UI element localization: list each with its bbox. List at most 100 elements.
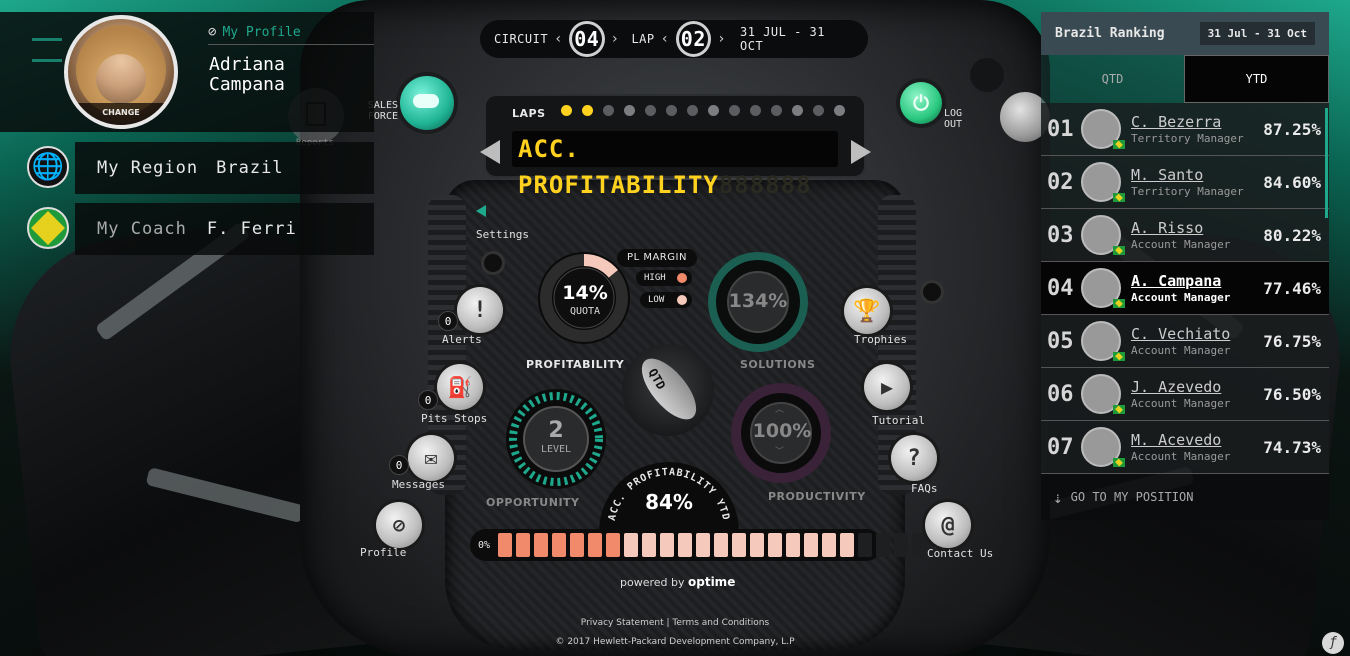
rank-role: Account Manager xyxy=(1131,237,1231,251)
lap-dot xyxy=(582,105,593,116)
messages-badge: 0 xyxy=(389,455,409,475)
progress-segment xyxy=(552,533,567,557)
progress-segment xyxy=(732,533,747,557)
high-label: HIGH xyxy=(644,273,666,283)
lap-dot xyxy=(729,105,740,116)
rank-name[interactable]: C. Bezerra xyxy=(1131,113,1263,132)
privacy-link[interactable]: Privacy Statement xyxy=(581,618,664,628)
settings-label[interactable]: Settings xyxy=(476,228,529,241)
rank-name[interactable]: A. Campana xyxy=(1131,272,1263,291)
profile-avatar[interactable]: CHANGE xyxy=(64,15,178,129)
lap-dot xyxy=(561,105,572,116)
change-avatar-button[interactable]: CHANGE xyxy=(68,103,174,125)
level-value: 2 xyxy=(548,418,564,443)
productivity-down-icon: ﹀ xyxy=(775,447,785,457)
settings-arrow-icon[interactable] xyxy=(476,205,486,217)
progress-segment xyxy=(894,533,909,557)
progress-segment xyxy=(840,533,855,557)
my-profile-link[interactable]: ⊘ My Profile xyxy=(208,24,374,45)
brazil-flag-icon xyxy=(1113,458,1125,467)
solutions-label: SOLUTIONS xyxy=(740,358,816,371)
ranking-scrollbar[interactable] xyxy=(1325,108,1328,218)
ranking-header: Brazil Ranking 31 Jul - 31 Oct xyxy=(1041,12,1329,55)
progress-segment xyxy=(498,533,513,557)
coach-value: F. Ferri xyxy=(206,219,297,239)
rank-avatar xyxy=(1081,268,1125,308)
faqs-button[interactable]: ? xyxy=(891,435,937,481)
ranking-row[interactable]: 01 C. Bezerra Territory Manager 87.25% xyxy=(1041,103,1329,156)
settings-screw xyxy=(484,254,502,272)
tab-ytd[interactable]: YTD xyxy=(1184,55,1329,103)
level-label: LEVEL xyxy=(540,444,572,455)
terms-link[interactable]: Terms and Conditions xyxy=(672,618,769,628)
rank-name[interactable]: M. Santo xyxy=(1131,166,1263,185)
ranking-row[interactable]: 07 M. Acevedo Account Manager 74.73% xyxy=(1041,421,1329,474)
rank-avatar xyxy=(1081,109,1125,149)
circuit-prev-icon[interactable]: ‹ xyxy=(554,31,563,47)
contact-us-button[interactable]: @ xyxy=(925,502,971,548)
qtd-ytd-knob[interactable]: QTD xyxy=(622,344,714,436)
ranking-row[interactable]: 02 M. Santo Territory Manager 84.60% xyxy=(1041,156,1329,209)
lap-dot xyxy=(687,105,698,116)
rank-role: Account Manager xyxy=(1131,449,1231,463)
progress-segment xyxy=(624,533,639,557)
rank-name[interactable]: C. Vechiato xyxy=(1131,325,1263,344)
ranking-dates: 31 Jul - 31 Oct xyxy=(1199,22,1315,45)
lap-dot xyxy=(708,105,719,116)
progress-segment xyxy=(786,533,801,557)
pl-margin-label: PL MARGIN xyxy=(617,249,697,267)
messages-button[interactable]: ✉ xyxy=(408,435,454,481)
progress-segment xyxy=(912,533,927,557)
ranking-row[interactable]: 05 C. Vechiato Account Manager 76.75% xyxy=(1041,315,1329,368)
tutorial-label: Tutorial xyxy=(872,414,925,427)
alerts-button[interactable]: ! xyxy=(457,287,503,333)
rank-person: M. Santo Territory Manager xyxy=(1131,166,1263,199)
ranking-row[interactable]: 04 A. Campana Account Manager 77.46% xyxy=(1041,262,1329,315)
circuit-lap-bar: CIRCUIT ‹ 04 › LAP ‹ 02 › 31 JUL - 31 OC… xyxy=(480,20,868,58)
power-icon: ⏻ xyxy=(913,91,929,115)
rank-name[interactable]: A. Risso xyxy=(1131,219,1263,238)
progress-segment xyxy=(588,533,603,557)
brazil-flag-icon xyxy=(1113,140,1125,149)
optime-logo: optime xyxy=(688,575,736,589)
profile-label: Profile xyxy=(360,546,407,559)
logout-button[interactable]: ⏻ xyxy=(900,82,942,124)
progress-segment xyxy=(768,533,783,557)
lcd-display: ACC. PROFITABILITY888888 xyxy=(512,131,838,199)
progress-segment xyxy=(822,533,837,557)
brazil-flag-icon xyxy=(1113,193,1125,202)
pit-stops-button[interactable]: ⛽ xyxy=(437,364,483,410)
progress-segment xyxy=(876,533,891,557)
trophies-button[interactable]: 🏆 xyxy=(844,288,890,334)
ranking-row[interactable]: 03 A. Risso Account Manager 80.22% xyxy=(1041,209,1329,262)
tab-qtd[interactable]: QTD xyxy=(1041,55,1184,103)
salesforce-button[interactable] xyxy=(400,76,454,130)
progress-segment xyxy=(642,533,657,557)
progress-segment xyxy=(606,533,621,557)
tutorial-button[interactable]: ▶ xyxy=(864,364,910,410)
circuit-next-icon[interactable]: › xyxy=(611,31,620,47)
rank-name[interactable]: M. Acevedo xyxy=(1131,431,1263,450)
rank-position: 01 xyxy=(1047,116,1074,142)
rank-name[interactable]: J. Azevedo xyxy=(1131,378,1263,397)
rank-avatar xyxy=(1081,321,1125,361)
alerts-badge: 0 xyxy=(438,311,458,331)
high-dot xyxy=(677,273,687,283)
go-to-my-position-button[interactable]: ⇣ GO TO MY POSITION xyxy=(1041,474,1329,520)
lap-next-icon[interactable]: › xyxy=(717,31,726,47)
productivity-up-icon: ︿ xyxy=(775,405,785,415)
lap-prev-icon[interactable]: ‹ xyxy=(661,31,670,47)
pit-stops-badge: 0 xyxy=(418,390,438,410)
profile-button[interactable]: ⊘ xyxy=(376,502,422,548)
ranking-row[interactable]: 06 J. Azevedo Account Manager 76.50% xyxy=(1041,368,1329,421)
display-next-arrow-icon[interactable] xyxy=(851,140,871,164)
display-prev-arrow-icon[interactable] xyxy=(480,140,500,164)
rank-person: C. Vechiato Account Manager xyxy=(1131,325,1263,358)
knob-pointer xyxy=(632,349,706,429)
region-value: Brazil xyxy=(216,158,284,178)
laps-label: LAPS xyxy=(512,107,546,120)
alert-icon: ! xyxy=(473,297,487,323)
laps-indicator xyxy=(561,105,855,116)
salesforce-corner-logo[interactable]: ƒ xyxy=(1322,632,1344,654)
progress-min-label: 0% xyxy=(478,539,491,551)
